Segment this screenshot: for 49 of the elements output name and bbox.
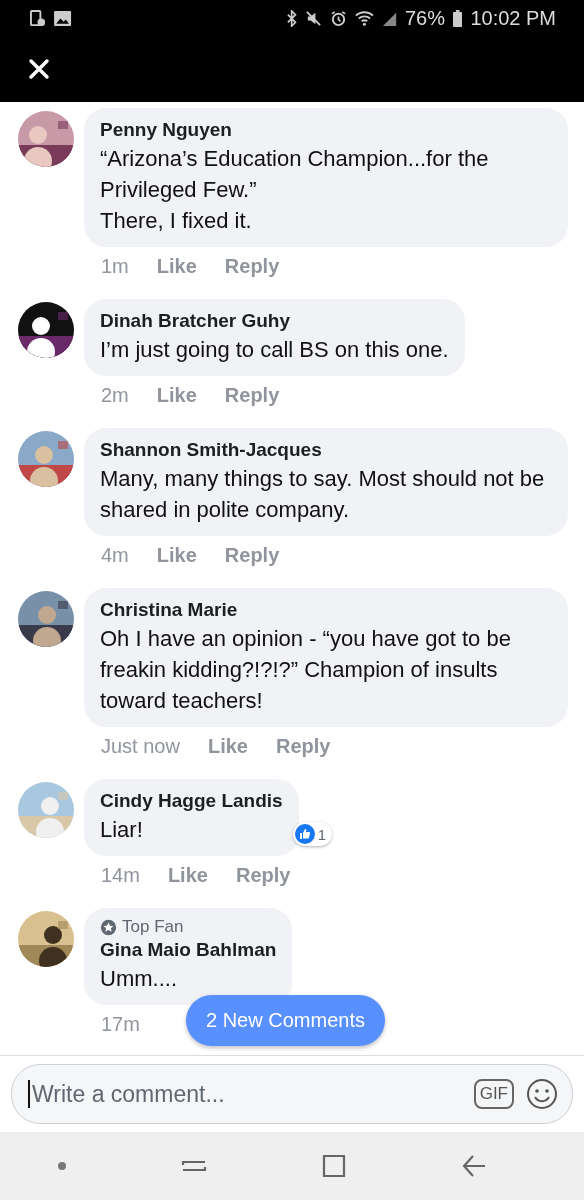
battery-icon [452, 9, 463, 27]
dot-icon[interactable] [57, 1161, 67, 1171]
comment-text: “Arizona’s Education Champion...for the Privileged Few.” [100, 145, 490, 204]
like-link[interactable]: Like [156, 253, 197, 279]
new-comments-toast[interactable]: 2 New Comments [186, 995, 385, 1046]
clock: 10:02 PM [470, 6, 556, 30]
comment-text: Umm.... [100, 965, 178, 993]
timestamp: 17m [101, 1012, 140, 1037]
author-name[interactable]: Cindy Hagge Landis [100, 788, 283, 814]
reply-link[interactable]: Reply [235, 862, 291, 888]
close-icon[interactable] [28, 58, 50, 80]
mute-icon [304, 9, 322, 27]
timestamp: 4m [101, 543, 129, 568]
home-icon[interactable] [321, 1153, 347, 1179]
author-name[interactable]: Dinah Bratcher Guhy [100, 308, 449, 334]
author-name[interactable]: Shannon Smith-Jacques [100, 437, 552, 463]
wifi-icon [354, 9, 374, 27]
author-name[interactable]: Gina Maio Bahlman [100, 937, 277, 963]
emoji-icon[interactable] [526, 1078, 558, 1110]
reply-link[interactable]: Reply [275, 733, 331, 759]
badge-label: Top Fan [122, 917, 184, 937]
reaction-count[interactable]: 1 [292, 822, 332, 846]
reply-link[interactable]: Reply [224, 253, 280, 279]
gif-button[interactable]: GIF [473, 1079, 514, 1109]
like-link[interactable]: Like [207, 733, 248, 759]
bluetooth-icon [285, 9, 297, 27]
like-link[interactable]: Like [156, 542, 197, 568]
comment-text: Oh I have an opinion - “you have got to be freakin kidding?!?!?” Champion of insults toward teachers! [100, 625, 512, 715]
back-icon[interactable] [461, 1153, 487, 1179]
comment-text: There, I fixed it. [100, 207, 253, 235]
timestamp: 14m [101, 863, 140, 888]
author-name[interactable]: Christina Marie [100, 597, 552, 623]
battery-percent: 76% [404, 6, 445, 30]
comment-text: I’m just going to call BS on this one. [100, 336, 449, 364]
like-link[interactable]: Like [156, 382, 197, 408]
screen-record-icon [30, 9, 46, 27]
timestamp: 1m [101, 254, 129, 279]
like-link[interactable]: Like [167, 862, 208, 888]
timestamp: 2m [101, 383, 129, 408]
alarm-icon [329, 9, 347, 27]
reply-link[interactable]: Reply [224, 542, 280, 568]
image-icon [53, 9, 73, 27]
comment-text: Liar! [100, 816, 144, 844]
comment-text: Many, many things to say. Most should not be shared in polite company. [100, 465, 546, 524]
thumbs-up-icon [294, 824, 315, 844]
author-name[interactable]: Penny Nguyen [100, 117, 552, 143]
reply-link[interactable]: Reply [224, 382, 280, 408]
timestamp: Just now [101, 734, 180, 759]
comment-field[interactable]: Write a comment... GIF [11, 1064, 573, 1124]
